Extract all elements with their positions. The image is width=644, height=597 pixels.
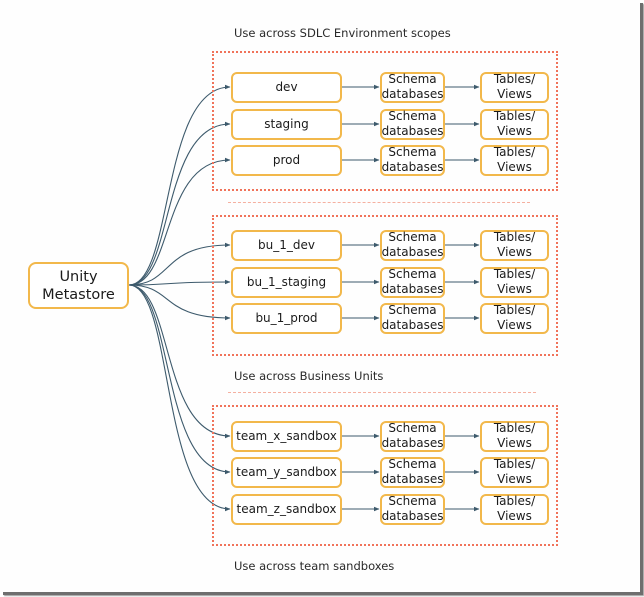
diagram-frame: Use across SDLC Environment scopes Use a…: [0, 0, 640, 592]
group-caption-business-units: Use across Business Units: [234, 369, 384, 383]
catalog-node[interactable]: bu_1_prod: [231, 302, 342, 334]
schema-node[interactable]: Schema databases: [380, 266, 445, 298]
schema-node[interactable]: Schema databases: [380, 456, 445, 488]
catalog-node[interactable]: team_y_sandbox: [231, 456, 342, 488]
separator: [228, 202, 530, 203]
unity-metastore-node[interactable]: Unity Metastore: [28, 262, 129, 309]
catalog-node[interactable]: team_z_sandbox: [231, 493, 342, 525]
tables-views-node[interactable]: Tables/ Views: [480, 493, 549, 525]
catalog-node[interactable]: bu_1_staging: [231, 266, 342, 298]
catalog-node[interactable]: prod: [231, 144, 342, 176]
catalog-node[interactable]: dev: [231, 71, 342, 103]
tables-views-node[interactable]: Tables/ Views: [480, 71, 549, 103]
group-caption-team-sandboxes: Use across team sandboxes: [234, 559, 395, 573]
schema-node[interactable]: Schema databases: [380, 420, 445, 452]
schema-node[interactable]: Schema databases: [380, 493, 445, 525]
tables-views-node[interactable]: Tables/ Views: [480, 144, 549, 176]
schema-node[interactable]: Schema databases: [380, 71, 445, 103]
catalog-node[interactable]: staging: [231, 108, 342, 140]
tables-views-node[interactable]: Tables/ Views: [480, 266, 549, 298]
tables-views-node[interactable]: Tables/ Views: [480, 302, 549, 334]
separator: [228, 392, 536, 393]
schema-node[interactable]: Schema databases: [380, 302, 445, 334]
catalog-node[interactable]: team_x_sandbox: [231, 420, 342, 452]
schema-node[interactable]: Schema databases: [380, 108, 445, 140]
group-caption-sdlc: Use across SDLC Environment scopes: [234, 26, 451, 40]
schema-node[interactable]: Schema databases: [380, 144, 445, 176]
schema-node[interactable]: Schema databases: [380, 229, 445, 261]
tables-views-node[interactable]: Tables/ Views: [480, 229, 549, 261]
catalog-node[interactable]: bu_1_dev: [231, 229, 342, 261]
tables-views-node[interactable]: Tables/ Views: [480, 456, 549, 488]
tables-views-node[interactable]: Tables/ Views: [480, 108, 549, 140]
tables-views-node[interactable]: Tables/ Views: [480, 420, 549, 452]
